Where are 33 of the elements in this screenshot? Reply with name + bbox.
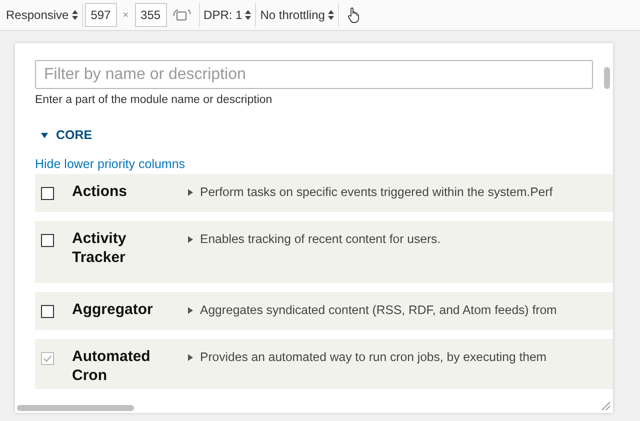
- resize-grip-icon[interactable]: [601, 401, 611, 411]
- width-input[interactable]: 597: [84, 3, 117, 27]
- dpr-dropdown[interactable]: DPR: 1: [202, 8, 254, 22]
- filter-field[interactable]: Filter by name or description: [35, 60, 593, 89]
- up-down-arrows-icon: [245, 10, 252, 20]
- scrollbar-thumb[interactable]: [17, 405, 134, 411]
- module-checkbox[interactable]: [41, 234, 54, 247]
- module-description[interactable]: Perform tasks on specific events triggered within the system.Perf: [188, 185, 553, 199]
- triangle-icon: [188, 188, 193, 196]
- rotate-icon[interactable]: [172, 8, 191, 22]
- triangle-icon: [188, 354, 193, 360]
- hide-columns-link[interactable]: Hide lower priority columns: [35, 157, 186, 171]
- up-down-arrows-icon: [328, 10, 334, 20]
- module-name: Aggregator: [72, 300, 154, 319]
- hand-pointer-icon[interactable]: [346, 7, 359, 23]
- triangle-icon: [188, 306, 193, 314]
- module-checkbox[interactable]: [41, 305, 54, 318]
- up-down-arrows-icon: [72, 10, 78, 20]
- device-dropdown[interactable]: Responsive: [4, 8, 80, 22]
- module-description[interactable]: Enables tracking of recent content for users.: [188, 232, 441, 246]
- throttling-dropdown[interactable]: No throttling: [258, 8, 336, 22]
- times-sign: ×: [122, 10, 129, 20]
- module-description[interactable]: Aggregates syndicated content (RSS, RDF, and Atom feeds) from: [188, 303, 557, 317]
- height-input[interactable]: 355: [134, 3, 167, 27]
- module-name: Automated Cron: [72, 347, 152, 385]
- module-checkbox[interactable]: [41, 187, 54, 200]
- triangle-icon: [188, 236, 193, 242]
- module-name: Activity Tracker: [72, 229, 128, 267]
- triangle-icon: [41, 132, 48, 138]
- module-name: Actions: [72, 182, 128, 201]
- core-group-toggle[interactable]: CORE: [41, 128, 613, 142]
- filter-hint: Enter a part of the module name or description: [35, 94, 274, 106]
- scrollbar-thumb[interactable]: [604, 67, 610, 89]
